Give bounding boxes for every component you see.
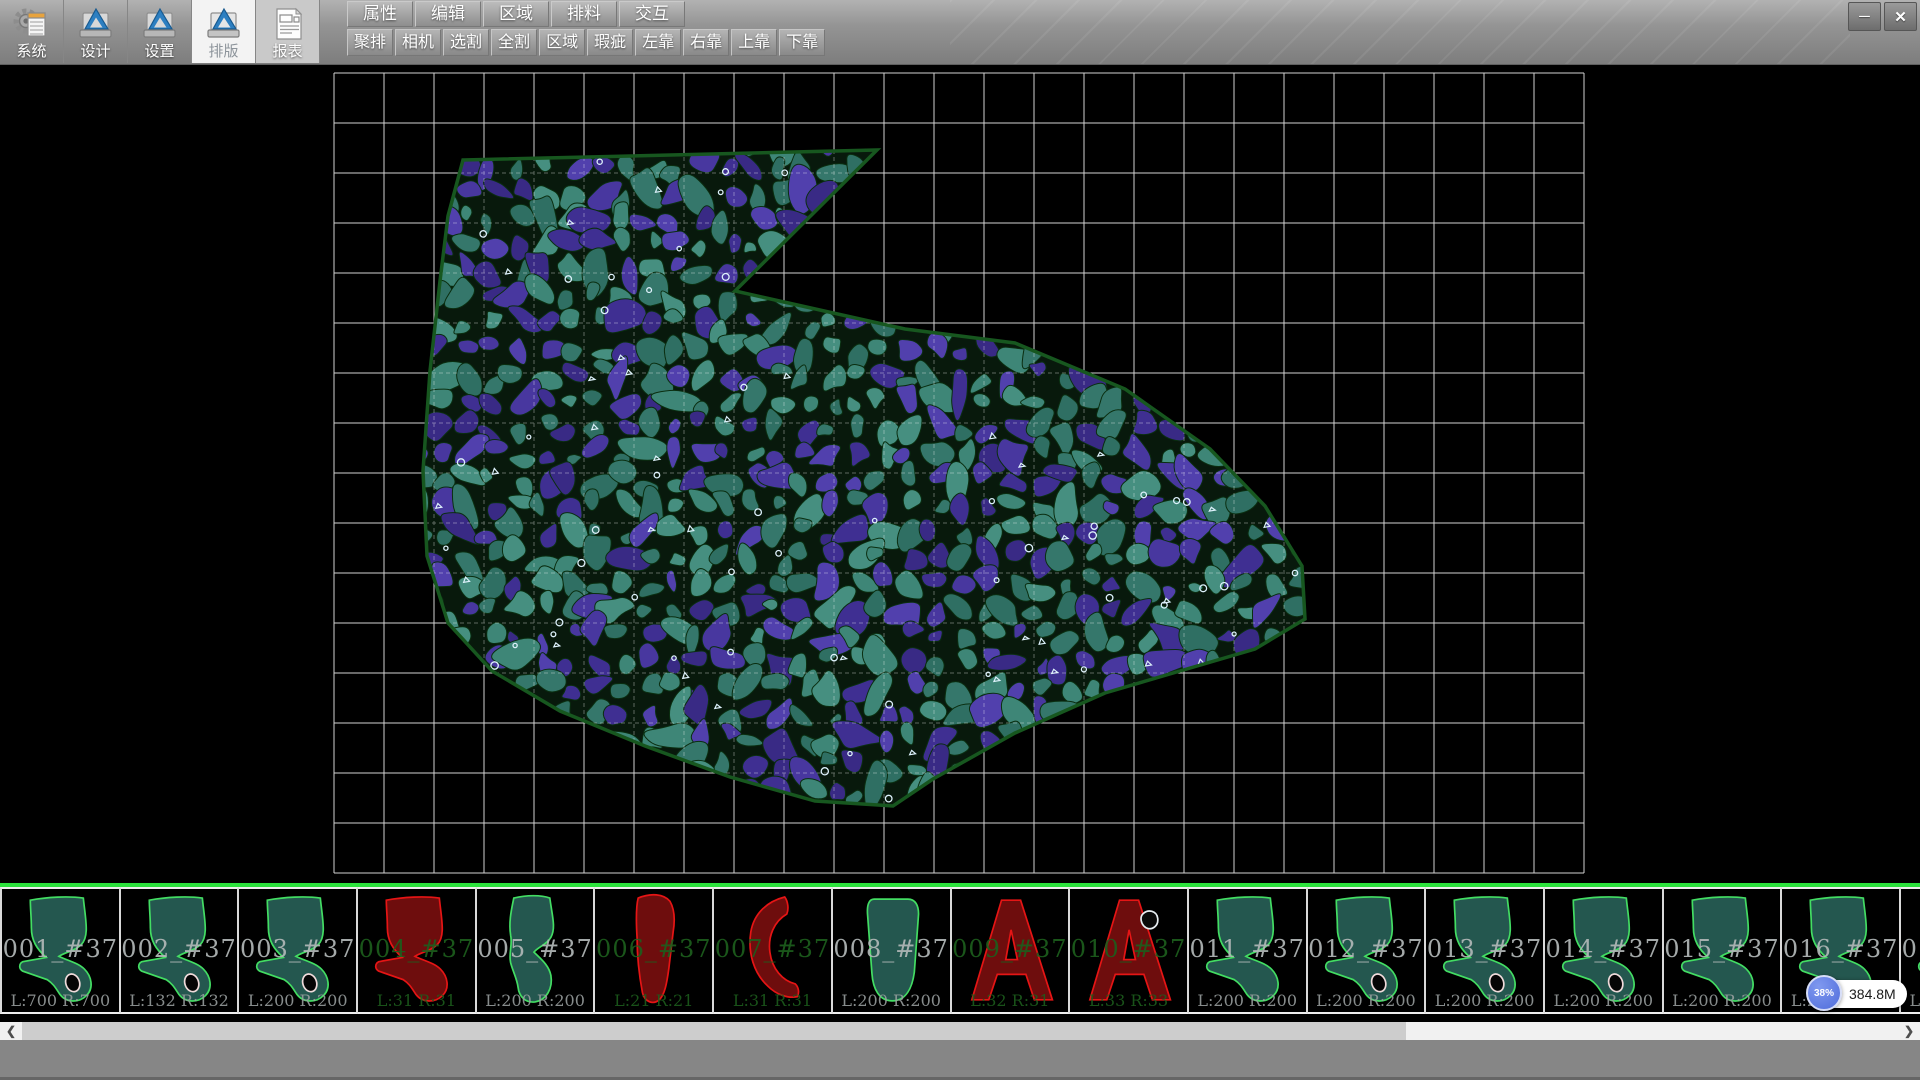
app-tab-label: 排版 <box>208 43 238 60</box>
tool-button-7[interactable]: 左靠 <box>635 29 681 56</box>
menu-tab-3[interactable]: 区域 <box>483 1 549 27</box>
tool-button-4[interactable]: 全割 <box>491 29 537 56</box>
pattern-thumb-013_#37[interactable]: 013_#37 L:200 R:200 <box>1426 887 1545 1014</box>
pattern-lr-count: L:31 R:31 <box>358 991 475 1010</box>
report-document-icon <box>269 6 307 42</box>
app-tab-settings[interactable]: 设置 <box>128 0 192 63</box>
app-tab-nesting[interactable]: 排版 <box>192 0 256 63</box>
menu-tabs: 属性编辑区域排料交互 <box>347 1 825 27</box>
app-tab-label: 报表 <box>272 43 302 60</box>
pattern-lr-count: L:32 R:31 <box>952 991 1069 1010</box>
pattern-thumb-008_#37[interactable]: 008_#37 L:200 R:200 <box>833 887 952 1014</box>
app-tab-design[interactable]: 设计 <box>64 0 128 63</box>
pattern-id: 004_#37 <box>358 935 475 963</box>
pattern-thumb-005_#37[interactable]: 005_#37 L:200 R:200 <box>477 887 596 1014</box>
tool-button-6[interactable]: 瑕疵 <box>587 29 633 56</box>
pattern-lr-count: L:200 R:200 <box>1308 991 1425 1010</box>
pattern-lr-count: L:200 R:200 <box>239 991 356 1010</box>
pattern-thumb-011_#37[interactable]: 011_#37 L:200 R:200 <box>1189 887 1308 1014</box>
pattern-id: 008_#37 <box>833 935 950 963</box>
triangle-ruler-icon <box>77 6 115 42</box>
pattern-thumb-006_#37[interactable]: 006_#37 L:21 R:21 <box>595 887 714 1014</box>
close-button[interactable]: ✕ <box>1884 2 1917 31</box>
pattern-lr-count: L:700 R:700 <box>2 991 119 1010</box>
nesting-workspace <box>0 65 1920 883</box>
pattern-lr-count: L:200 R:200 <box>1664 991 1781 1010</box>
system-gear-icon <box>13 6 51 42</box>
scrollbar-thumb[interactable] <box>22 1022 1406 1040</box>
menu-tab-5[interactable]: 交互 <box>619 1 685 27</box>
pattern-lr-count: L:200 R:200 <box>833 991 950 1010</box>
pattern-id: 005_#37 <box>477 935 594 963</box>
tool-button-8[interactable]: 右靠 <box>683 29 729 56</box>
application-window: 系统 设计 设置 <box>0 0 1920 1080</box>
toolbar-texture <box>950 0 1850 64</box>
pattern-thumb-015_#37[interactable]: 015_#37 L:200 R:200 <box>1664 887 1783 1014</box>
status-bar <box>0 1040 1920 1080</box>
pattern-thumb-002_#37[interactable]: 002_#37 L:132 R:132 <box>121 887 240 1014</box>
pattern-id: 001_#37 <box>2 935 119 963</box>
pattern-thumb-001_#37[interactable]: 001_#37 L:700 R:700 <box>0 887 121 1014</box>
menu-area: 属性编辑区域排料交互 聚排相机选割全割区域瑕疵左靠右靠上靠下靠 <box>347 1 825 56</box>
triangle-ruler-icon <box>141 6 179 42</box>
app-tab-report[interactable]: 报表 <box>256 0 320 63</box>
pattern-id: 006_#37 <box>595 935 712 963</box>
pattern-lr-count: L:200 R:200 <box>1426 991 1543 1010</box>
minimize-button[interactable]: ─ <box>1848 2 1881 31</box>
tool-button-2[interactable]: 相机 <box>395 29 441 56</box>
pattern-thumb-014_#37[interactable]: 014_#37 L:200 R:200 <box>1545 887 1664 1014</box>
pattern-thumb-007_#37[interactable]: 007_#37 L:31 R:31 <box>714 887 833 1014</box>
pattern-lr-count: L:132 R:132 <box>121 991 238 1010</box>
menu-tab-1[interactable]: 属性 <box>347 1 413 27</box>
pattern-id: 013_#37 <box>1426 935 1543 963</box>
triangle-ruler-icon <box>205 6 243 42</box>
pattern-id: 003_#37 <box>239 935 356 963</box>
pattern-thumb-009_#37[interactable]: 009_#37 L:32 R:31 <box>952 887 1071 1014</box>
horizontal-scrollbar[interactable]: ❮ ❯ <box>0 1022 1920 1040</box>
pattern-id: 007_#37 <box>714 935 831 963</box>
pattern-thumb-004_#37[interactable]: 004_#37 L:31 R:31 <box>358 887 477 1014</box>
tool-button-5[interactable]: 区域 <box>539 29 585 56</box>
pattern-lr-count: L:31 R:31 <box>714 991 831 1010</box>
pattern-id: 009_#37 <box>952 935 1069 963</box>
pattern-lr-count: L:33 R:33 <box>1070 991 1187 1010</box>
app-tab-label: 系统 <box>16 43 46 60</box>
pattern-lr-count: L:200 R:200 <box>1545 991 1662 1010</box>
app-tab-strip: 系统 设计 设置 <box>0 0 320 64</box>
pattern-id: 002_#37 <box>121 935 238 963</box>
tool-button-10[interactable]: 下靠 <box>779 29 825 56</box>
pattern-lr-count: L:21 R:21 <box>595 991 712 1010</box>
progress-percent: 38% <box>1806 975 1842 1011</box>
pattern-thumb-012_#37[interactable]: 012_#37 L:200 R:200 <box>1308 887 1427 1014</box>
menu-tab-2[interactable]: 编辑 <box>415 1 481 27</box>
pattern-thumb-003_#37[interactable]: 003_#37 L:200 R:200 <box>239 887 358 1014</box>
menu-tab-4[interactable]: 排料 <box>551 1 617 27</box>
scroll-left-arrow-icon[interactable]: ❮ <box>0 1022 22 1040</box>
window-controls: ─ ✕ <box>1848 2 1917 31</box>
pattern-lr-count: L:200 R:200 <box>1189 991 1306 1010</box>
app-tab-system[interactable]: 系统 <box>0 0 64 63</box>
filmstrip: 001_#37L:700 R:700002_#37L:132 R:132003_… <box>0 887 1920 1014</box>
pattern-id: 014_#37 <box>1545 935 1662 963</box>
pattern-id: 017_#37 <box>1901 935 1920 963</box>
pattern-id: 016_#37 <box>1782 935 1899 963</box>
pattern-id: 011_#37 <box>1189 935 1306 963</box>
scroll-right-arrow-icon[interactable]: ❯ <box>1898 1022 1920 1040</box>
pattern-lr-count: L:200 R:200 <box>477 991 594 1010</box>
app-tab-label: 设计 <box>80 43 110 60</box>
pattern-id: 012_#37 <box>1308 935 1425 963</box>
pattern-thumb-010_#37[interactable]: 010_#37 L:33 R:33 <box>1070 887 1189 1014</box>
pattern-id: 015_#37 <box>1664 935 1781 963</box>
tool-button-3[interactable]: 选割 <box>443 29 489 56</box>
app-tab-label: 设置 <box>144 43 174 60</box>
nesting-canvas[interactable] <box>0 65 1920 883</box>
pattern-id: 010_#37 <box>1070 935 1187 963</box>
tool-button-1[interactable]: 聚排 <box>347 29 393 56</box>
memory-progress-badge[interactable]: 384.8M 38% <box>1806 974 1916 1014</box>
toolbar: 系统 设计 设置 <box>0 0 1920 65</box>
tool-button-9[interactable]: 上靠 <box>731 29 777 56</box>
tool-buttons: 聚排相机选割全割区域瑕疵左靠右靠上靠下靠 <box>347 29 825 56</box>
